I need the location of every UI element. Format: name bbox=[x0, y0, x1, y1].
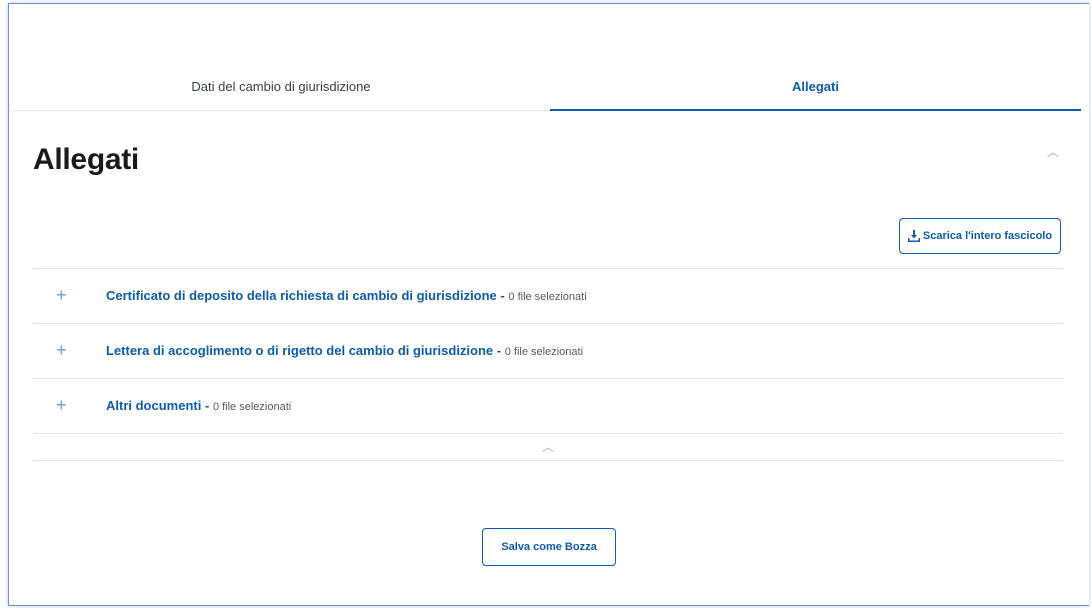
chevron-up-icon[interactable]: ︿ bbox=[1043, 143, 1063, 159]
page-title: Allegati bbox=[33, 143, 139, 176]
accordion-item-certificato[interactable]: + Certificato di deposito della richiest… bbox=[33, 268, 1063, 323]
plus-icon[interactable]: + bbox=[56, 340, 67, 360]
tab-bar: Dati del cambio di giurisdizione Allegat… bbox=[12, 72, 1081, 111]
accordion-item-altri[interactable]: + Altri documenti - 0 file selezionati bbox=[33, 378, 1063, 433]
attachments-accordion: + Certificato di deposito della richiest… bbox=[33, 268, 1063, 461]
accordion-item-title: Lettera di accoglimento o di rigetto del… bbox=[106, 343, 494, 358]
accordion-item-label: Certificato di deposito della richiesta … bbox=[106, 288, 587, 303]
accordion-item-label: Altri documenti - 0 file selezionati bbox=[106, 398, 291, 413]
save-draft-button[interactable]: Salva come Bozza bbox=[482, 528, 616, 566]
accordion-item-title: Certificato di deposito della richiesta … bbox=[106, 288, 497, 303]
tab-dati-cambio[interactable]: Dati del cambio di giurisdizione bbox=[12, 72, 550, 110]
accordion-footer: ︿ bbox=[33, 433, 1063, 461]
download-all-button[interactable]: Scarica l'intero fascicolo bbox=[899, 218, 1061, 254]
accordion-item-label: Lettera di accoglimento o di rigetto del… bbox=[106, 343, 583, 358]
plus-icon[interactable]: + bbox=[56, 395, 67, 415]
chevron-up-icon[interactable]: ︿ bbox=[538, 438, 558, 455]
accordion-separator: - bbox=[204, 398, 210, 413]
accordion-separator: - bbox=[500, 288, 505, 303]
accordion-item-title: Altri documenti bbox=[106, 398, 202, 413]
file-count: 0 file selezionati bbox=[508, 291, 587, 303]
download-icon bbox=[907, 230, 920, 242]
file-count: 0 file selezionati bbox=[212, 401, 292, 413]
tab-allegati[interactable]: Allegati bbox=[550, 72, 1081, 111]
plus-icon[interactable]: + bbox=[56, 285, 67, 305]
file-count: 0 file selezionati bbox=[504, 346, 584, 358]
accordion-item-lettera[interactable]: + Lettera di accoglimento o di rigetto d… bbox=[33, 323, 1063, 378]
accordion-separator: - bbox=[496, 343, 502, 358]
download-all-label: Scarica l'intero fascicolo bbox=[922, 230, 1053, 242]
